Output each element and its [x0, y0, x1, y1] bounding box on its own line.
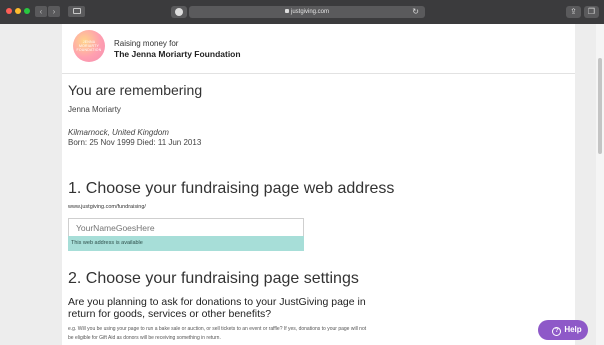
raising-money-label: Raising money for: [114, 39, 179, 48]
globe-icon: [175, 8, 183, 16]
address-bar[interactable]: justgiving.com ↻: [189, 6, 425, 18]
donations-question-help: e.g. Will you be using your page to run …: [68, 326, 367, 341]
charity-logo: JENNA MORIARTY FOUNDATION: [73, 30, 105, 62]
url-prefix: www.justgiving.com/fundraising/: [68, 204, 146, 210]
charity-header: JENNA MORIARTY FOUNDATION Raising money …: [62, 24, 575, 74]
scrollbar-thumb[interactable]: [598, 58, 602, 154]
site-favicon[interactable]: [171, 6, 187, 18]
tab-overview-button[interactable]: ❐: [584, 6, 599, 18]
help-button[interactable]: ? Help: [538, 320, 588, 340]
remembered-place: Kilmarnock, United Kingdom: [68, 128, 169, 137]
charity-name: The Jenna Moriarty Foundation: [114, 49, 241, 59]
chevron-right-icon: ›: [52, 7, 56, 16]
remembering-heading: You are remembering: [68, 82, 203, 98]
zoom-window-button[interactable]: [24, 8, 30, 14]
address-available-message: This web address is available: [68, 236, 304, 251]
reload-icon[interactable]: ↻: [412, 6, 419, 18]
step1-heading: 1. Choose your fundraising page web addr…: [68, 180, 395, 197]
step2-heading: 2. Choose your fundraising page settings: [68, 270, 359, 287]
address-bar-url: justgiving.com: [290, 9, 329, 15]
back-button[interactable]: ‹: [35, 6, 47, 17]
share-button[interactable]: ⇪: [566, 6, 581, 18]
lock-icon: [284, 9, 289, 13]
charity-logo-text: JENNA MORIARTY FOUNDATION: [76, 40, 102, 52]
browser-toolbar: ‹ › justgiving.com ↻ ⇪ ❐: [0, 0, 604, 24]
remembered-dates: Born: 25 Nov 1999 Died: 11 Jun 2013: [68, 138, 202, 147]
close-window-button[interactable]: [6, 8, 12, 14]
tabs-icon: ❐: [587, 7, 596, 16]
chevron-left-icon: ‹: [39, 7, 43, 16]
forward-button[interactable]: ›: [48, 6, 60, 17]
share-icon: ⇪: [570, 7, 577, 16]
help-button-label: Help: [564, 325, 582, 334]
page-viewport: JENNA MORIARTY FOUNDATION Raising money …: [0, 24, 604, 345]
question-circle-icon: ?: [552, 327, 562, 336]
sidebar-toggle-button[interactable]: [68, 6, 85, 17]
donations-question: Are you planning to ask for donations to…: [68, 296, 366, 320]
page-address-input[interactable]: [68, 218, 304, 236]
sidebar-icon: [72, 8, 81, 14]
remembered-name: Jenna Moriarty: [68, 105, 121, 114]
minimize-window-button[interactable]: [15, 8, 21, 14]
